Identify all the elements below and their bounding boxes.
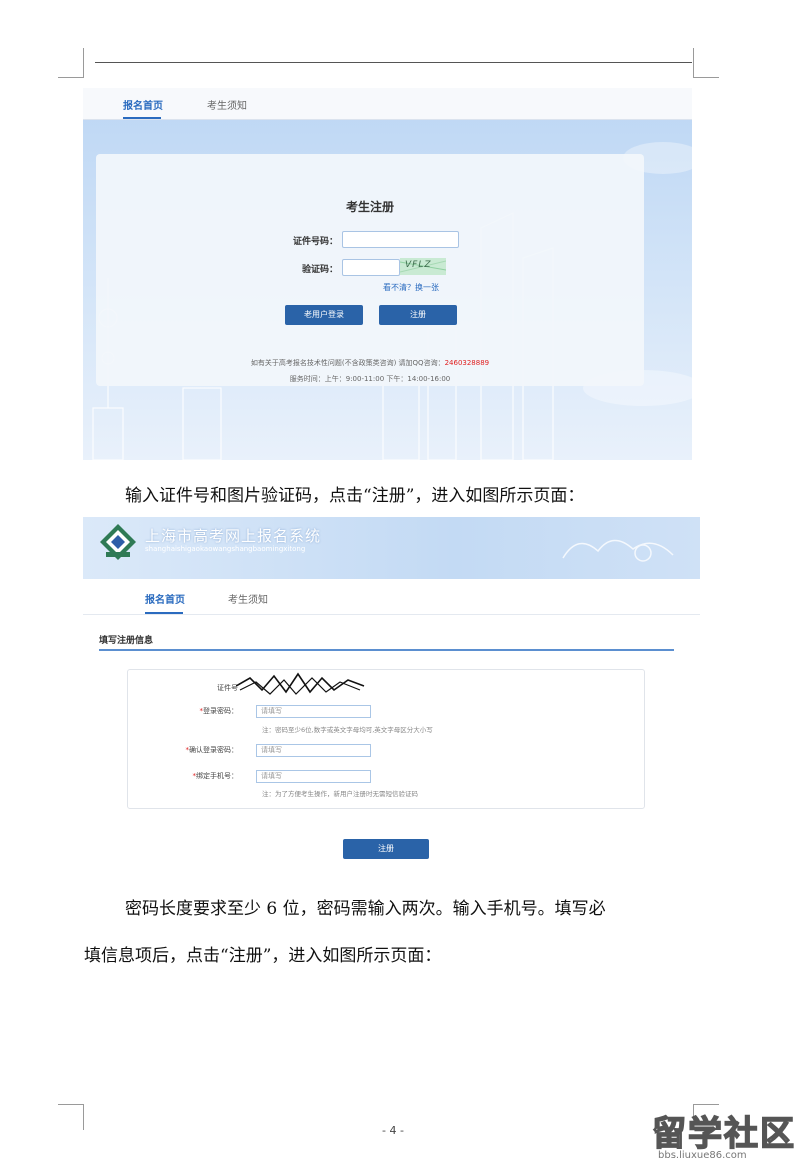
- old-user-login-button[interactable]: 老用户登录: [285, 305, 363, 325]
- captcha-text: VFLZ: [405, 260, 432, 270]
- id-number-label: 证件号码：: [292, 237, 338, 247]
- paragraph-2-line-1: 密码长度要求至少 6 位，密码需输入两次。输入手机号。填写必: [125, 899, 606, 919]
- tab-home[interactable]: 报名首页: [123, 97, 163, 112]
- corner-mark-top-right: [693, 48, 719, 78]
- register-card: 考生注册 证件号码： 验证码： VFLZ 看不清？换一张 老用户登录 注册 如有…: [96, 154, 644, 386]
- id-number-label: 证件号: [217, 684, 238, 692]
- captcha-image: VFLZ: [400, 258, 446, 275]
- exam-logo-icon: [100, 524, 136, 560]
- redacted-id-scribble: [236, 672, 365, 695]
- card-title: 考生注册: [345, 200, 394, 214]
- paragraph-2-line-2: 填信息项后，点击“注册”，进入如图所示页面：: [84, 946, 442, 966]
- site-title: 上海市高考网上报名系统: [145, 527, 322, 545]
- captcha-label: 验证码：: [301, 265, 338, 275]
- support-note-text: 如有关于高考报名技术性问题(不含政策类咨询) 请加QQ咨询：: [250, 359, 445, 367]
- refresh-captcha-link[interactable]: 看不清？换一张: [383, 282, 439, 293]
- service-hours: 服务时间：上午：9:00-11:00 下午：14:00-16:00: [289, 375, 451, 383]
- watermark-logo-text: 留学社区: [651, 1113, 796, 1155]
- phone-label-text: 绑定手机号：: [196, 772, 238, 780]
- header-rule: [95, 62, 692, 63]
- active-tab-indicator: [123, 117, 161, 119]
- phone-input[interactable]: 请填写: [256, 770, 371, 783]
- confirm-password-label-text: 确认登录密码：: [189, 746, 238, 754]
- phone-hint: 注：为了方便考生操作，新用户注册时无需短信验证码: [262, 790, 418, 798]
- active-tab-indicator: [145, 612, 183, 614]
- password-hint: 注：密码至少6位,数字或英文字母均可,英文字母区分大小写: [262, 726, 433, 734]
- register-button[interactable]: 注册: [379, 305, 457, 325]
- support-note: 如有关于高考报名技术性问题(不含政策类咨询) 请加QQ咨询：2460328889: [96, 358, 644, 368]
- captcha-input[interactable]: [342, 259, 400, 276]
- top-nav: 报名首页 考生须知: [83, 579, 700, 615]
- cloud-decoration: [562, 539, 674, 562]
- confirm-password-input[interactable]: 请填写: [256, 744, 371, 757]
- tab-notice[interactable]: 考生须知: [207, 97, 247, 112]
- tab-notice[interactable]: 考生须知: [228, 591, 268, 606]
- watermark-url: bbs.liuxue86.com: [658, 1150, 747, 1161]
- tab-home[interactable]: 报名首页: [145, 591, 185, 606]
- confirm-password-label: *确认登录密码：: [138, 745, 239, 755]
- password-label: *登录密码：: [138, 706, 239, 716]
- paragraph-1: 输入证件号和图片验证码，点击“注册”，进入如图所示页面：: [125, 486, 585, 506]
- register-button[interactable]: 注册: [343, 839, 429, 859]
- corner-mark-top-left: [58, 48, 84, 78]
- id-number-input[interactable]: [342, 231, 459, 248]
- section-rule: [99, 649, 674, 651]
- password-input[interactable]: 请填写: [256, 705, 371, 718]
- registration-form: 证件号 *登录密码： 请填写 注：密码至少6位,数字或英文字母均可,英文字母区分…: [127, 669, 645, 809]
- section-title: 填写注册信息: [99, 636, 154, 646]
- site-banner: 上海市高考网上报名系统 shanghaishigaokaowangshangba…: [83, 517, 700, 579]
- top-nav: 报名首页 考生须知: [83, 88, 692, 120]
- phone-label: *绑定手机号：: [138, 771, 239, 781]
- registration-screenshot: 上海市高考网上报名系统 shanghaishigaokaowangshangba…: [83, 517, 700, 867]
- password-label-text: 登录密码：: [203, 707, 238, 715]
- support-qq-number: 2460328889: [444, 359, 490, 367]
- site-subtitle: shanghaishigaokaowangshangbaomingxitong: [145, 545, 306, 553]
- login-screenshot: 报名首页 考生须知 考生注册 证件号码： 验证码： VFLZ 看不清？换一张 老…: [83, 88, 692, 460]
